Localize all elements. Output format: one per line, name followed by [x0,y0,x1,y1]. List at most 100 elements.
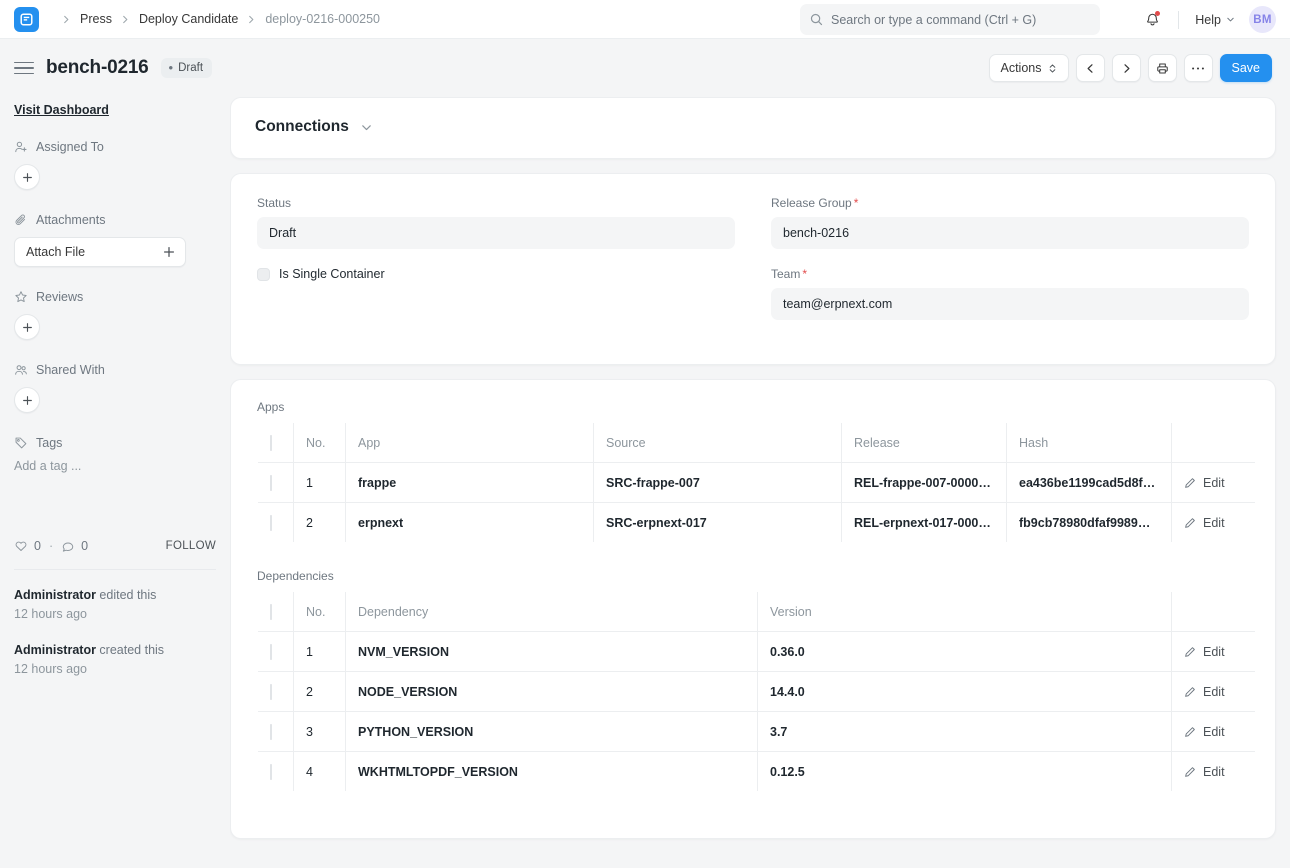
activity-entry: Administrator edited this 12 hours ago [14,586,216,625]
previous-document-button[interactable] [1076,54,1105,82]
help-menu[interactable]: Help [1191,9,1239,31]
row-select-cell [258,752,294,792]
cell-release-text: REL-frappe-007-0000… [854,476,994,490]
column-header-version: Version [758,592,1172,632]
sidebar-section-attachments: Attachments Attach File [14,213,216,267]
team-value[interactable]: team@erpnext.com [771,288,1249,320]
print-button[interactable] [1148,54,1177,82]
heart-icon [14,539,28,553]
status-badge-label: Draft [178,62,203,74]
cell-version: 14.4.0 [758,672,1172,712]
actions-button[interactable]: Actions [989,54,1069,82]
edit-row-button[interactable]: Edit [1184,516,1243,530]
cell-hash-text: fb9cb78980dfaf9989… [1019,516,1159,530]
attach-file-button[interactable]: Attach File [14,237,186,267]
select-all-checkbox[interactable] [270,604,272,620]
is-single-container-checkbox[interactable] [257,268,270,281]
search-input[interactable] [831,13,1090,27]
add-shared-user-button[interactable] [14,387,40,413]
breadcrumb-item-press[interactable]: Press [80,12,112,26]
sidebar-section-label: Attachments [36,213,105,227]
row-checkbox[interactable] [270,515,272,531]
frappe-logo-icon[interactable] [14,7,39,32]
hamburger-menu-icon[interactable] [14,62,34,75]
table-spacer [257,543,1249,569]
table-row[interactable]: 2 erpnext SRC-erpnext-017 REL-erpnext-01… [258,503,1256,543]
next-document-button[interactable] [1112,54,1141,82]
edit-row-button[interactable]: Edit [1184,685,1243,699]
sidebar-section-header: Assigned To [14,140,216,154]
tag-input[interactable] [14,459,216,473]
edit-row-button[interactable]: Edit [1184,645,1243,659]
cell-version: 3.7 [758,712,1172,752]
table-header-row: No. App Source Release Hash [258,423,1256,463]
main-content: Connections Status Draft Is Single Conta… [230,97,1290,868]
dependencies-table: No. Dependency Version 1 NVM_VERSION 0.3… [257,591,1256,792]
chevron-down-icon [360,121,373,134]
cell-release: REL-frappe-007-0000… [842,463,1007,503]
chevron-updown-icon [1048,63,1057,74]
connections-card: Connections [230,97,1276,159]
row-select-cell [258,712,294,752]
follow-button[interactable]: FOLLOW [166,540,216,552]
sidebar-divider [14,569,216,570]
table-row[interactable]: 3 PYTHON_VERSION 3.7 Edit [258,712,1256,752]
page-header-actions: Actions [989,54,1273,82]
row-checkbox[interactable] [270,684,272,700]
like-control[interactable]: 0 [14,539,41,553]
breadcrumb-separator [121,15,130,24]
row-checkbox[interactable] [270,764,272,780]
edit-label: Edit [1203,476,1225,490]
more-options-button[interactable] [1184,54,1213,82]
cell-actions: Edit [1172,712,1256,752]
row-checkbox[interactable] [270,475,272,491]
sidebar-section-header: Tags [14,436,216,450]
add-assignment-button[interactable] [14,164,40,190]
edit-row-button[interactable]: Edit [1184,476,1243,490]
row-checkbox[interactable] [270,724,272,740]
activity-timestamp: 12 hours ago [14,605,216,624]
cell-no: 2 [294,672,346,712]
form-column-right: Release Group* bench-0216 Team* team@erp… [771,196,1249,338]
is-single-container-label: Is Single Container [279,267,385,281]
cell-actions: Edit [1172,503,1256,543]
column-header-no: No. [294,592,346,632]
edit-row-button[interactable]: Edit [1184,765,1243,779]
sidebar-section-label: Assigned To [36,140,104,154]
global-search[interactable] [800,4,1100,35]
status-dot-icon: • [169,61,174,74]
table-row[interactable]: 2 NODE_VERSION 14.4.0 Edit [258,672,1256,712]
release-group-value[interactable]: bench-0216 [771,217,1249,249]
notification-bell-icon[interactable] [1138,6,1166,34]
breadcrumb-item-deploy-candidate[interactable]: Deploy Candidate [139,12,238,26]
row-select-cell [258,672,294,712]
select-all-checkbox[interactable] [270,435,272,451]
status-value[interactable]: Draft [257,217,735,249]
row-checkbox[interactable] [270,644,272,660]
connections-toggle[interactable]: Connections [255,118,1251,136]
edit-row-button[interactable]: Edit [1184,725,1243,739]
cell-version-text: 3.7 [770,725,1159,739]
apps-table: No. App Source Release Hash 1 frappe SRC… [257,422,1256,543]
comment-control[interactable]: 0 [61,539,88,553]
field-label-text: Release Group [771,196,852,210]
page-title: bench-0216 [46,57,149,79]
cell-actions: Edit [1172,632,1256,672]
pencil-icon [1184,646,1196,658]
cell-release: REL-erpnext-017-000… [842,503,1007,543]
table-row[interactable]: 1 frappe SRC-frappe-007 REL-frappe-007-0… [258,463,1256,503]
table-row[interactable]: 1 NVM_VERSION 0.36.0 Edit [258,632,1256,672]
avatar[interactable]: BM [1249,6,1276,33]
column-header-dependency: Dependency [346,592,758,632]
sidebar-visit-dashboard-link[interactable]: Visit Dashboard [14,103,216,117]
add-review-button[interactable] [14,314,40,340]
field-is-single-container[interactable]: Is Single Container [257,267,735,281]
select-all-cell [258,423,294,463]
table-row[interactable]: 4 WKHTMLTOPDF_VERSION 0.12.5 Edit [258,752,1256,792]
cell-source-text: SRC-frappe-007 [606,476,829,490]
select-all-cell [258,592,294,632]
status-badge: • Draft [161,58,212,78]
save-button[interactable]: Save [1220,54,1273,82]
sidebar-section-header: Reviews [14,290,216,304]
tag-icon [14,436,28,450]
